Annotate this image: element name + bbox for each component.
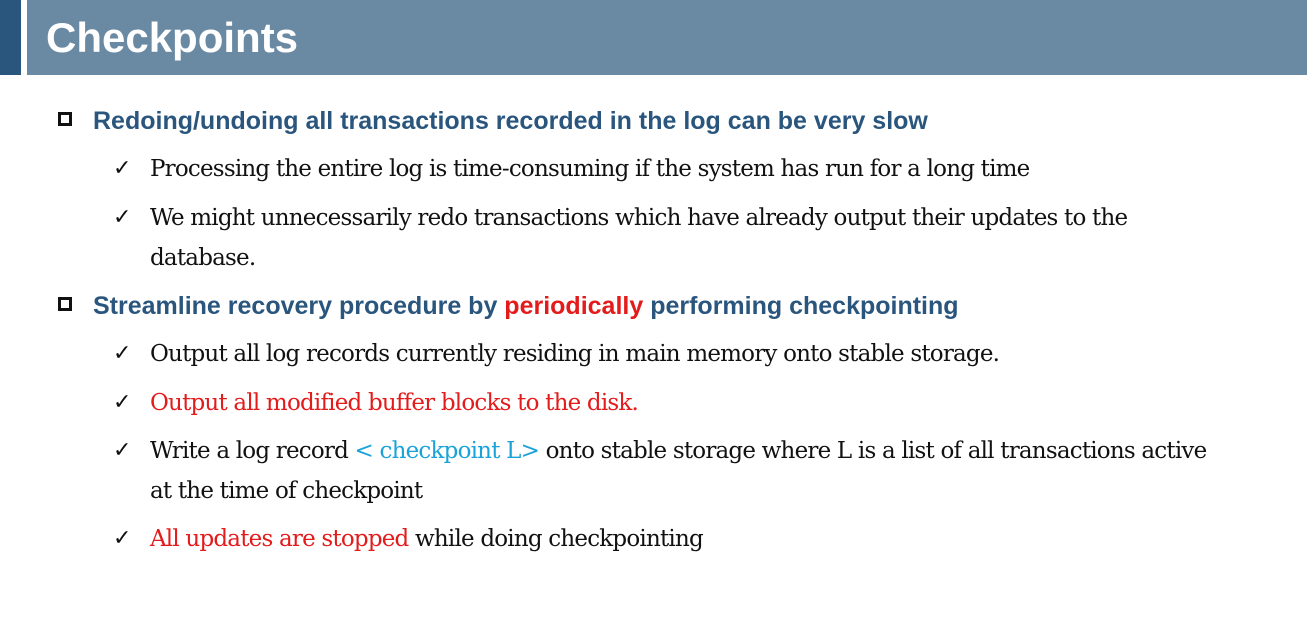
list-item-text: Write a log record < checkpoint L> onto … — [150, 438, 1207, 504]
list-item: ✓ Output all modified buffer blocks to t… — [113, 383, 1233, 423]
list-item: ✓ All updates are stopped while doing ch… — [113, 519, 1233, 559]
slide: Checkpoints Redoing/undoing all transact… — [0, 0, 1307, 638]
list-item: ✓ Output all log records currently resid… — [113, 334, 1233, 374]
checkpoint-record-code: < checkpoint L> — [354, 438, 540, 464]
list-item: ✓ Processing the entire log is time-cons… — [113, 149, 1233, 189]
list-item-text: Processing the entire log is time-consum… — [150, 156, 1030, 182]
section-heading-text: Streamline recovery procedure by periodi… — [93, 292, 959, 320]
checkmark-icon: ✓ — [113, 205, 132, 230]
square-bullet-icon — [58, 112, 72, 126]
square-bullet-icon — [58, 297, 72, 311]
list-item: ✓ We might unnecessarily redo transactio… — [113, 198, 1233, 278]
checkmark-icon: ✓ — [113, 438, 132, 463]
checkmark-icon: ✓ — [113, 526, 132, 551]
checkmark-icon: ✓ — [113, 341, 132, 366]
emphasis-periodically: periodically — [504, 292, 644, 320]
page-title: Checkpoints — [46, 14, 299, 61]
emphasis-updates-stopped: All updates are stopped — [150, 526, 409, 552]
list-item-text: Output all log records currently residin… — [150, 341, 1000, 367]
header-accent-bar — [0, 0, 21, 75]
list-item-text: We might unnecessarily redo transactions… — [150, 205, 1128, 271]
list-item-text: All updates are stopped while doing chec… — [150, 526, 704, 552]
checkmark-icon: ✓ — [113, 156, 132, 181]
list-item: ✓ Write a log record < checkpoint L> ont… — [113, 431, 1233, 511]
list-item-text: Output all modified buffer blocks to the… — [150, 390, 639, 416]
checkmark-icon: ✓ — [113, 390, 132, 415]
section-heading-text: Redoing/undoing all transactions recorde… — [93, 107, 928, 135]
